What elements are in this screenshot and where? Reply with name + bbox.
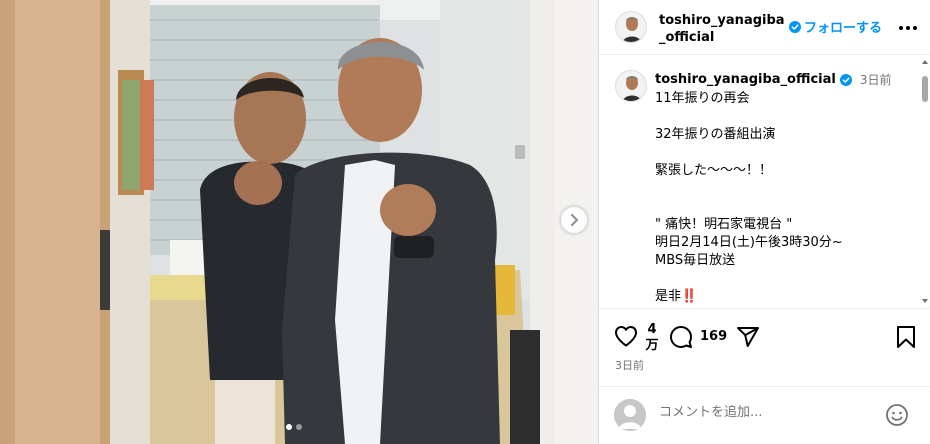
carousel-dot-1 [286, 424, 292, 430]
action-bar: 4 万 169 3日前 [599, 308, 930, 386]
caption-header: toshiro_yanagiba_official 3日前 [655, 71, 892, 88]
caption-text: 11年振りの再会 32年振りの番組出演 緊張した〜〜〜！！ " 痛快！明石家電視… [655, 91, 843, 304]
comment-icon [670, 326, 692, 348]
emoji-icon [886, 404, 908, 426]
likes-count-unit: 万 [645, 338, 659, 353]
avatar-image [616, 71, 646, 101]
post-photo[interactable] [0, 0, 598, 444]
verified-badge-icon [789, 20, 801, 33]
comments-count[interactable]: 169 [700, 329, 727, 344]
next-slide-button[interactable] [561, 207, 587, 233]
avatar-image [616, 12, 646, 42]
like-button[interactable] [614, 325, 638, 351]
more-options-button[interactable] [896, 16, 920, 40]
current-user-avatar [614, 399, 646, 431]
verified-badge-icon [839, 73, 852, 86]
caption-author-avatar[interactable] [615, 70, 647, 102]
post-header: toshiro_yanagiba_official フォローする [599, 0, 930, 55]
scroll-thumb[interactable] [922, 76, 928, 102]
heart-icon [615, 326, 637, 347]
posted-timestamp[interactable]: 3日前 [615, 357, 644, 373]
carousel-dot-2 [296, 424, 302, 430]
save-button[interactable] [896, 325, 916, 353]
carousel-indicator [286, 424, 302, 430]
scroll-down-arrow-icon[interactable] [922, 299, 928, 303]
follow-button[interactable]: フォローする [789, 17, 882, 36]
chevron-right-icon [571, 214, 578, 226]
bookmark-icon [897, 326, 915, 348]
likes-count-number: 4 [647, 322, 657, 337]
emoji-button[interactable] [885, 403, 909, 431]
author-avatar[interactable] [615, 11, 647, 43]
caption-timestamp[interactable]: 3日前 [860, 71, 892, 88]
share-icon [737, 327, 759, 347]
follow-label: フォローする [804, 21, 883, 36]
author-username[interactable]: toshiro_yanagiba_official [659, 12, 791, 46]
likes-count[interactable]: 4 万 [645, 322, 659, 354]
comment-button[interactable] [669, 325, 693, 353]
post-details-panel: toshiro_yanagiba_official フォローする toshiro… [598, 0, 930, 444]
username-text: toshiro_yanagiba_official [659, 13, 785, 45]
add-comment-section [599, 386, 930, 444]
default-avatar-icon [614, 399, 646, 431]
more-options-icon [899, 26, 917, 30]
caption-section: toshiro_yanagiba_official 3日前 11年振りの再会 3… [599, 56, 930, 308]
scroll-up-arrow-icon[interactable] [922, 60, 928, 64]
caption-scrollbar[interactable] [920, 56, 930, 308]
comment-input[interactable] [659, 405, 859, 420]
caption-username[interactable]: toshiro_yanagiba_official [655, 72, 836, 87]
photo-image [0, 0, 598, 444]
share-button[interactable] [736, 325, 760, 353]
